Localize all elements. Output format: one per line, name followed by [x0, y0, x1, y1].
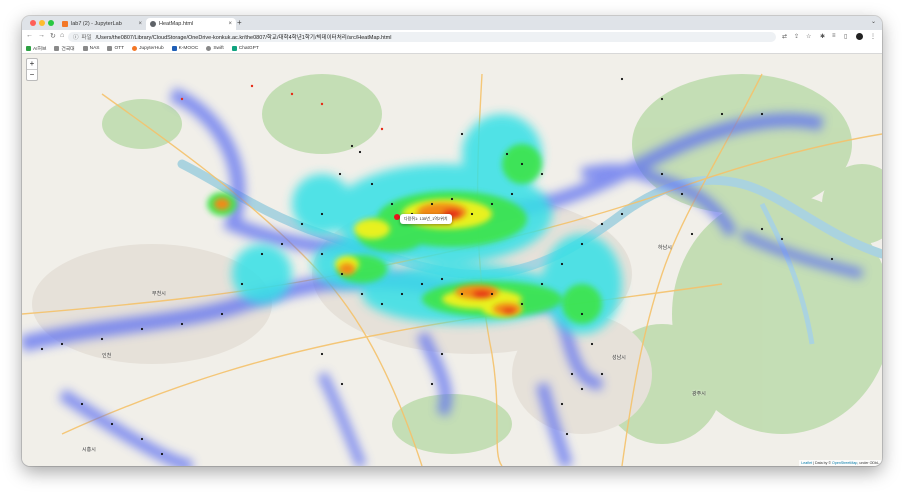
folder-icon	[231, 46, 237, 51]
bookmark-swift[interactable]: Swift	[206, 46, 224, 51]
globe-icon	[150, 21, 156, 27]
reload-icon[interactable]: ↻	[50, 32, 56, 40]
jupyter-icon	[132, 46, 138, 51]
close-tab-icon[interactable]: ×	[228, 21, 232, 27]
osm-link[interactable]: OpenStreetMap	[832, 461, 857, 465]
bookmark-aihub[interactable]: AI허브	[26, 45, 46, 52]
address-scheme: 파일	[81, 35, 92, 41]
tab-heatmap[interactable]: HeatMap.html ×	[146, 18, 236, 30]
browser-window: lab7 (2) - JupyterLab × HeatMap.html × +…	[22, 16, 882, 466]
media-icon[interactable]: ≡	[832, 33, 836, 39]
address-bar[interactable]: ⓘ 파일 /Users/the0807/Library/CloudStorage…	[68, 32, 776, 42]
bookmark-ott[interactable]: OTT	[107, 46, 124, 51]
share-icon[interactable]: ⇪	[794, 33, 799, 40]
info-icon[interactable]: ⓘ	[73, 33, 79, 41]
bookmark-kmooc[interactable]: K-MOOC	[171, 46, 198, 51]
place-label: 하남시	[658, 245, 672, 251]
profile-avatar[interactable]	[856, 33, 863, 40]
bookmark-konkuk[interactable]: 건국대	[54, 45, 75, 52]
jupyter-icon	[62, 21, 68, 27]
bookmark-nas[interactable]: NAS	[82, 46, 99, 51]
bookmark-jupyterhub[interactable]: JupyterHub	[132, 46, 164, 51]
close-window-button[interactable]	[30, 20, 36, 26]
bookmark-chatgpt[interactable]: ChatGPT	[231, 46, 259, 51]
sidepanel-icon[interactable]: ▯	[844, 33, 847, 40]
place-label: 광주시	[692, 391, 706, 397]
kmooc-icon	[171, 46, 177, 51]
swift-icon	[206, 46, 212, 51]
tab-label: lab7 (2) - JupyterLab	[71, 21, 122, 27]
tab-label: HeatMap.html	[159, 21, 194, 27]
folder-icon	[107, 46, 113, 51]
new-tab-button[interactable]: +	[237, 18, 242, 27]
zoom-control: + −	[26, 58, 38, 81]
place-label: 인천	[102, 353, 112, 359]
toolbar: ← → ↻ ⌂ ⓘ 파일 /Users/the0807/Library/Clou…	[22, 30, 882, 44]
place-label: 성남시	[612, 355, 626, 361]
close-tab-icon[interactable]: ×	[138, 21, 142, 27]
zoom-out-button[interactable]: −	[27, 69, 37, 80]
bookmarks-bar: AI허브 건국대 NAS OTT JupyterHub K-MOOC Swift…	[22, 44, 882, 54]
minimize-window-button[interactable]	[39, 20, 45, 26]
maximize-window-button[interactable]	[48, 20, 54, 26]
back-icon[interactable]: ←	[26, 32, 33, 39]
map-attribution: Leaflet | Data by © OpenStreetMap, under…	[799, 460, 882, 466]
folder-icon	[82, 46, 88, 51]
aihub-icon	[26, 46, 31, 51]
forward-icon[interactable]: →	[38, 32, 45, 39]
translate-icon[interactable]: ⇄	[782, 33, 787, 40]
tab-jupyterlab[interactable]: lab7 (2) - JupyterLab ×	[58, 18, 146, 30]
extensions-icon[interactable]: ✱	[820, 33, 825, 40]
station-popup: 다람쥐1: 135년_1역2위치	[400, 214, 452, 224]
tab-bar: lab7 (2) - JupyterLab × HeatMap.html × +…	[22, 16, 882, 30]
zoom-in-button[interactable]: +	[27, 59, 37, 69]
heatmap-map[interactable]: 부천시 인천 하남시 광주시 성남시 시흥시 + − 다람쥐1: 135년_1역…	[22, 54, 882, 466]
menu-icon[interactable]: ⋮	[870, 33, 876, 40]
map-canvas	[22, 73, 882, 466]
folder-icon	[54, 46, 60, 51]
home-icon[interactable]: ⌂	[60, 32, 64, 39]
leaflet-link[interactable]: Leaflet	[801, 461, 812, 465]
chevron-down-icon[interactable]: ⌄	[871, 18, 876, 25]
place-label: 시흥시	[82, 447, 96, 453]
address-url: /Users/the0807/Library/CloudStorage/OneD…	[95, 35, 392, 41]
bookmark-star-icon[interactable]: ☆	[806, 33, 811, 40]
place-label: 부천시	[152, 291, 166, 297]
